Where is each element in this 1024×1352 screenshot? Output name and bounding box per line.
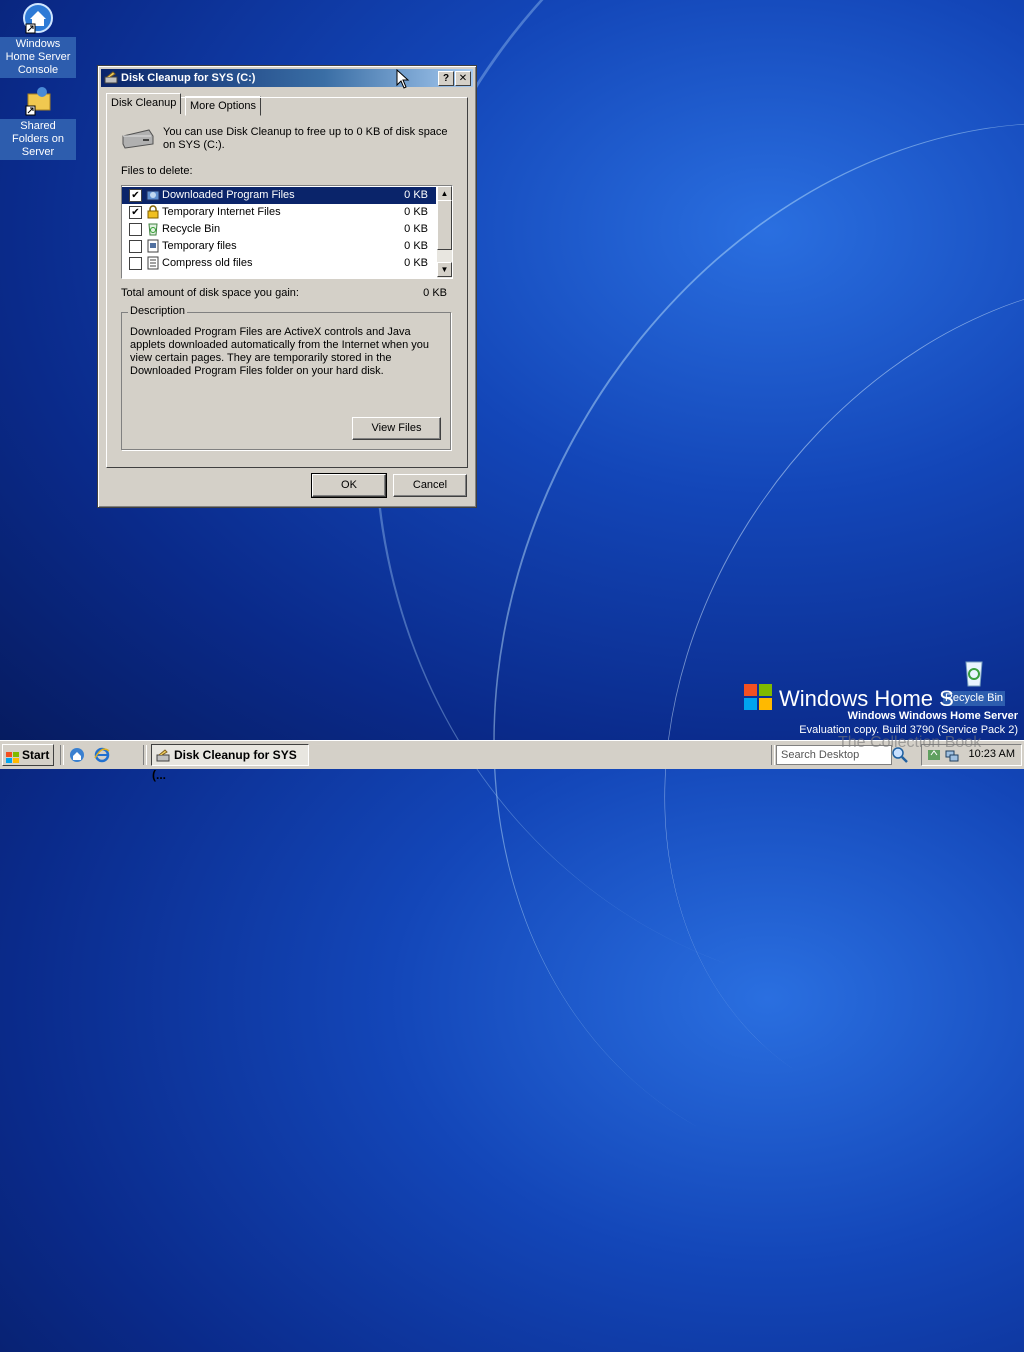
tab-disk-cleanup[interactable]: Disk Cleanup xyxy=(106,93,182,114)
windows-flag-icon xyxy=(6,750,20,763)
mouse-cursor-icon xyxy=(396,68,410,89)
watermark-line1: Windows Windows Home Server xyxy=(847,710,1018,722)
quicklaunch-console-icon[interactable] xyxy=(69,747,85,763)
checkbox[interactable] xyxy=(129,240,142,253)
list-item[interactable]: ✔ Downloaded Program Files 0 KB xyxy=(122,187,436,204)
desktop-icon-shared-folders[interactable]: Shared Folders on Server xyxy=(0,84,76,160)
list-item[interactable]: Compress old files 0 KB xyxy=(122,255,436,272)
description-text: Downloaded Program Files are ActiveX con… xyxy=(130,326,430,377)
ok-button[interactable]: OK xyxy=(311,473,387,498)
list-item[interactable]: Recycle Bin 0 KB xyxy=(122,221,436,238)
recycle-bin-icon xyxy=(958,656,990,688)
files-to-delete-label: Files to delete: xyxy=(121,165,193,177)
taskbar-divider xyxy=(143,745,147,765)
description-title: Description xyxy=(128,305,188,317)
tab-panel: You can use Disk Cleanup to free up to 0… xyxy=(106,97,468,468)
close-button[interactable]: ✕ xyxy=(455,71,471,86)
recycle-bin-icon xyxy=(146,222,160,236)
description-group: Description Downloaded Program Files are… xyxy=(121,305,451,450)
total-value: 0 KB xyxy=(423,287,447,299)
desktop-icon-label: Windows Home Server Console xyxy=(0,37,76,78)
start-label: Start xyxy=(22,748,50,762)
program-files-icon xyxy=(146,188,160,202)
checkbox[interactable] xyxy=(129,223,142,236)
taskbar-button-disk-cleanup[interactable]: Disk Cleanup for SYS (... xyxy=(151,744,309,782)
checkbox[interactable]: ✔ xyxy=(129,206,142,219)
file-size: 0 KB xyxy=(404,257,428,269)
disk-cleanup-icon xyxy=(104,71,118,85)
list-item[interactable]: Temporary files 0 KB xyxy=(122,238,436,255)
lock-icon xyxy=(146,205,160,219)
files-list[interactable]: ✔ Downloaded Program Files 0 KB ✔ Tempor… xyxy=(121,185,453,279)
quicklaunch-divider xyxy=(60,745,64,765)
checkbox[interactable] xyxy=(129,257,142,270)
quicklaunch-ie-icon[interactable] xyxy=(94,747,110,763)
file-name: Temporary files xyxy=(162,240,237,252)
help-button[interactable]: ? xyxy=(438,71,454,86)
file-size: 0 KB xyxy=(404,240,428,252)
file-name: Downloaded Program Files xyxy=(162,189,295,201)
search-divider xyxy=(771,745,775,765)
taskbar-button-label: Disk Cleanup for SYS (... xyxy=(152,748,297,782)
windows-logo-icon xyxy=(742,682,774,712)
file-size: 0 KB xyxy=(404,206,428,218)
checkbox[interactable]: ✔ xyxy=(129,189,142,202)
scroll-up-icon[interactable]: ▲ xyxy=(437,186,452,201)
file-size: 0 KB xyxy=(404,223,428,235)
file-name: Recycle Bin xyxy=(162,223,221,235)
file-name: Compress old files xyxy=(162,257,253,269)
desktop-icon-home-server-console[interactable]: Windows Home Server Console xyxy=(0,2,76,78)
shared-folder-icon xyxy=(22,84,54,116)
view-files-button[interactable]: View Files xyxy=(352,417,441,440)
disk-cleanup-icon xyxy=(156,749,170,763)
home-server-icon xyxy=(22,2,54,34)
file-name: Temporary Internet Files xyxy=(162,206,281,218)
brand-text: Windows Home S xyxy=(779,686,954,711)
file-size: 0 KB xyxy=(404,189,428,201)
dialog-title: Disk Cleanup for SYS (C:) xyxy=(121,72,256,84)
temp-files-icon xyxy=(146,239,160,253)
disk-cleanup-dialog: Disk Cleanup for SYS (C:) ? ✕ Disk Clean… xyxy=(97,65,477,508)
total-label: Total amount of disk space you gain: xyxy=(121,287,299,299)
overlay-watermark: The Collection Book xyxy=(838,734,982,751)
title-bar[interactable]: Disk Cleanup for SYS (C:) ? ✕ xyxy=(101,69,473,87)
compress-icon xyxy=(146,256,160,270)
drive-icon xyxy=(121,128,155,150)
start-button[interactable]: Start xyxy=(2,744,54,766)
intro-text: You can use Disk Cleanup to free up to 0… xyxy=(163,126,448,151)
desktop-icon-label: Shared Folders on Server xyxy=(0,119,76,160)
scroll-thumb[interactable] xyxy=(437,200,452,250)
scroll-down-icon[interactable]: ▼ xyxy=(437,262,452,277)
list-scrollbar[interactable]: ▲ ▼ xyxy=(437,186,452,278)
cancel-button[interactable]: Cancel xyxy=(393,474,467,497)
list-item[interactable]: ✔ Temporary Internet Files 0 KB xyxy=(122,204,436,221)
